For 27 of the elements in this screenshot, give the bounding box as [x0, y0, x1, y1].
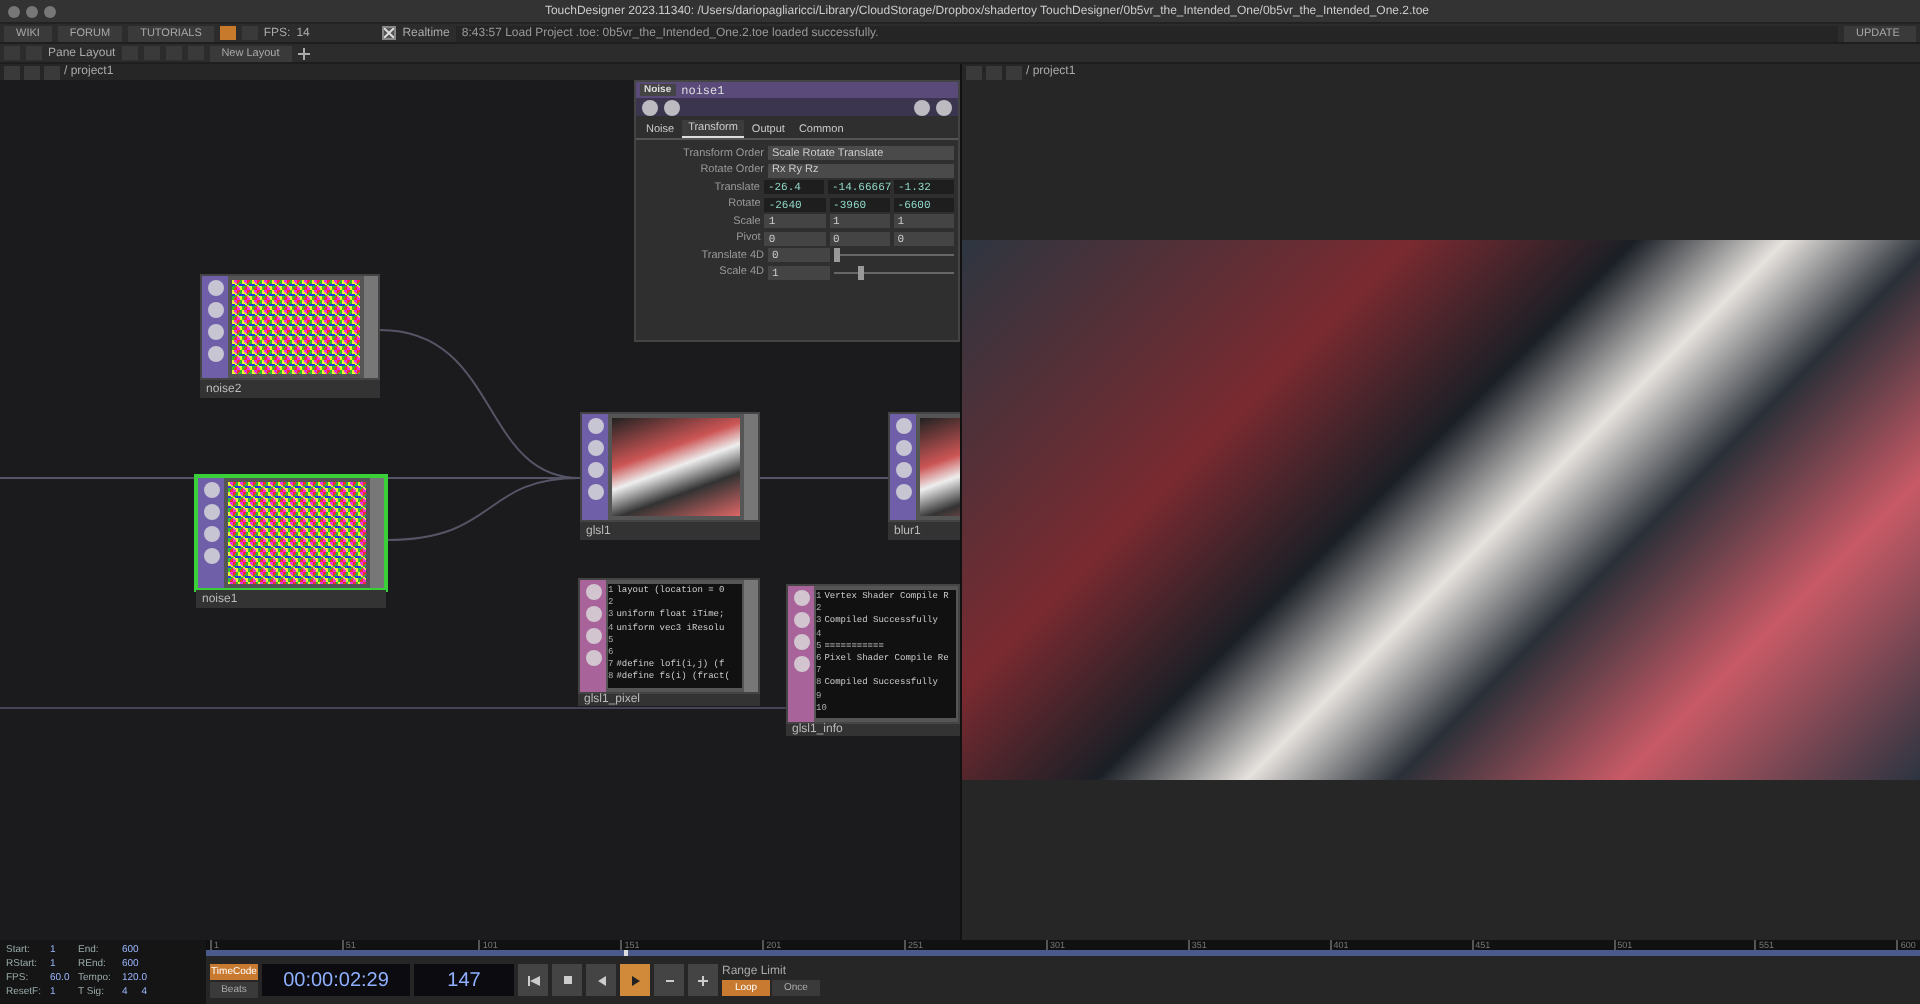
connection-wire: [759, 477, 889, 479]
render-preview: [612, 418, 740, 516]
transport-button[interactable]: [688, 964, 718, 996]
slider-thumb[interactable]: [858, 265, 864, 279]
transport-button[interactable]: [620, 964, 650, 996]
window-minimize-icon[interactable]: [26, 5, 38, 17]
realtime-checkbox[interactable]: [382, 26, 397, 40]
operator-node[interactable]: [200, 274, 380, 380]
frame-display[interactable]: 147: [414, 964, 514, 996]
window-close-icon[interactable]: [8, 5, 20, 17]
operator-node[interactable]: [580, 412, 760, 522]
operator-node[interactable]: [196, 476, 386, 590]
stop-icon: [563, 976, 571, 984]
slider-thumb[interactable]: [834, 248, 840, 262]
play-icon: [631, 975, 639, 985]
skip-start-icon: [527, 975, 539, 985]
transport-button[interactable]: [552, 964, 582, 996]
noise-preview: [228, 482, 366, 584]
timecode-display[interactable]: 00:00:02:29: [262, 964, 410, 996]
transport-button[interactable]: [586, 964, 616, 996]
time-slider[interactable]: [206, 950, 1920, 956]
transport-button[interactable]: [518, 964, 548, 996]
play-reverse-icon: [597, 975, 605, 985]
playhead[interactable]: [624, 950, 629, 956]
window-zoom-icon[interactable]: [44, 5, 56, 17]
noise-preview: [232, 280, 360, 374]
x-mark-icon: [384, 28, 395, 38]
